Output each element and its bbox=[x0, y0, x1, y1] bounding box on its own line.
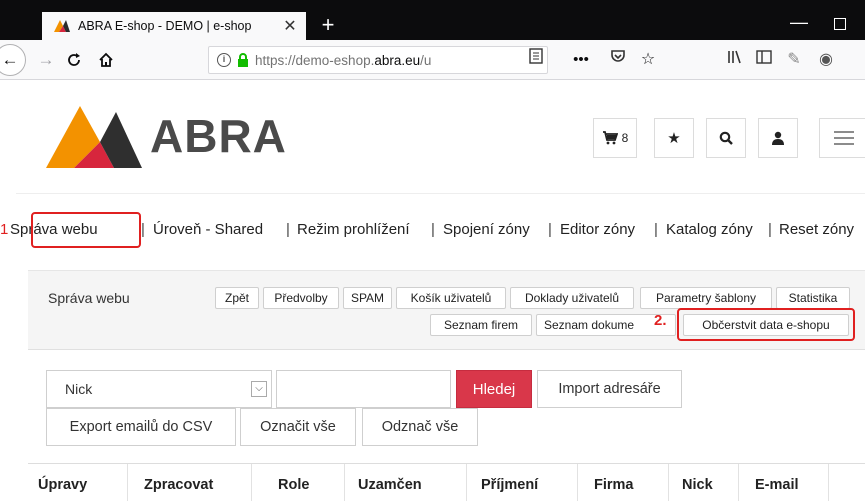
column-divider bbox=[738, 464, 739, 501]
search-button[interactable] bbox=[706, 118, 746, 158]
column-divider bbox=[577, 464, 578, 501]
back-admin-button[interactable]: Zpět bbox=[215, 287, 259, 309]
maximize-window-icon[interactable] bbox=[834, 18, 846, 30]
search-input[interactable] bbox=[276, 370, 451, 408]
menu-button[interactable] bbox=[819, 118, 865, 158]
pocket-icon[interactable] bbox=[606, 48, 630, 72]
preferences-button[interactable]: Předvolby bbox=[263, 287, 339, 309]
browser-tab-bar: ABRA E-shop - DEMO | e-shop ✕ + — bbox=[0, 0, 865, 40]
column-divider bbox=[344, 464, 345, 501]
column-divider bbox=[668, 464, 669, 501]
reload-button[interactable] bbox=[60, 46, 88, 74]
new-tab-button[interactable]: + bbox=[314, 12, 342, 40]
deselect-all-button[interactable]: Odznač vše bbox=[362, 408, 478, 446]
url-subdomain: demo-eshop. bbox=[295, 52, 375, 68]
cart-button[interactable]: 8 bbox=[593, 118, 637, 158]
column-header-zpracovat[interactable]: Zpracovat bbox=[144, 477, 213, 493]
column-header-uzamcen[interactable]: Uzamčen bbox=[358, 477, 422, 493]
column-header-upravy[interactable]: Úpravy bbox=[38, 477, 87, 493]
spam-button[interactable]: SPAM bbox=[343, 287, 392, 309]
column-header-firma[interactable]: Firma bbox=[594, 477, 634, 493]
extension-icon[interactable]: ✎ bbox=[782, 48, 806, 72]
search-field-select[interactable]: Nick ⌵ bbox=[46, 370, 272, 408]
logo-text: ABRA bbox=[150, 110, 287, 162]
shopping-cart-icon bbox=[602, 131, 618, 145]
company-list-button[interactable]: Seznam firem bbox=[430, 314, 532, 336]
nav-separator: | bbox=[141, 221, 145, 238]
reader-view-icon[interactable] bbox=[526, 48, 546, 72]
nav-link-uroven-shared[interactable]: Úroveň - Shared bbox=[153, 221, 263, 238]
select-value: Nick bbox=[65, 381, 93, 397]
user-documents-button[interactable]: Doklady uživatelů bbox=[510, 287, 634, 309]
column-divider bbox=[828, 464, 829, 501]
nav-link-editor-zony[interactable]: Editor zóny bbox=[560, 221, 635, 238]
column-header-nick[interactable]: Nick bbox=[682, 477, 713, 493]
url-scheme: https:// bbox=[255, 52, 296, 68]
export-emails-csv-button[interactable]: Export emailů do CSV bbox=[46, 408, 236, 446]
browser-nav-bar: ← → i https:// demo-eshop. abra.eu /u ••… bbox=[0, 40, 865, 80]
user-icon bbox=[772, 131, 784, 145]
table-header-row: Úpravy Zpracovat Role Uzamčen Příjmení F… bbox=[28, 463, 865, 501]
browser-tab[interactable]: ABRA E-shop - DEMO | e-shop ✕ bbox=[42, 12, 306, 40]
user-button[interactable] bbox=[758, 118, 798, 158]
reload-icon bbox=[68, 53, 80, 66]
template-parameters-button[interactable]: Parametry šablony bbox=[640, 287, 772, 309]
nav-separator: | bbox=[654, 221, 658, 238]
bookmark-star-icon[interactable]: ☆ bbox=[636, 48, 660, 72]
statistics-button[interactable]: Statistika bbox=[776, 287, 850, 309]
abra-logo-mark-icon bbox=[46, 106, 142, 168]
abra-favicon-icon bbox=[54, 20, 70, 32]
import-address-book-button[interactable]: Import adresáře bbox=[537, 370, 682, 408]
home-button[interactable] bbox=[92, 46, 120, 74]
star-icon: ★ bbox=[667, 130, 681, 147]
select-all-button[interactable]: Označit vše bbox=[240, 408, 356, 446]
account-icon[interactable]: ◉ bbox=[814, 48, 838, 72]
nav-link-rezim-prohlizeni[interactable]: Režim prohlížení bbox=[297, 221, 410, 238]
page-actions-icon[interactable]: ••• bbox=[568, 48, 594, 72]
search-icon bbox=[719, 131, 733, 145]
header-divider bbox=[16, 193, 865, 194]
column-header-email[interactable]: E-mail bbox=[755, 477, 799, 493]
step-marker-1: 1 bbox=[0, 221, 9, 238]
url-bar[interactable]: i https:// demo-eshop. abra.eu /u bbox=[208, 46, 548, 74]
hamburger-menu-icon bbox=[833, 131, 854, 145]
sidebar-icon[interactable] bbox=[752, 48, 776, 72]
cart-count: 8 bbox=[621, 131, 629, 145]
column-header-role[interactable]: Role bbox=[278, 477, 309, 493]
favorites-button[interactable]: ★ bbox=[654, 118, 694, 158]
lock-icon bbox=[238, 53, 248, 67]
abra-logo[interactable]: ABRA bbox=[44, 104, 290, 168]
nav-link-katalog-zony[interactable]: Katalog zóny bbox=[666, 221, 753, 238]
column-divider bbox=[251, 464, 252, 501]
nav-link-reset-zony[interactable]: Reset zóny bbox=[779, 221, 854, 238]
tab-title: ABRA E-shop - DEMO | e-shop bbox=[78, 19, 252, 33]
column-divider bbox=[466, 464, 467, 501]
nav-separator: | bbox=[548, 221, 552, 238]
highlight-refresh-eshop-data bbox=[677, 308, 855, 341]
column-header-prijmeni[interactable]: Příjmení bbox=[481, 477, 538, 493]
forward-button[interactable]: → bbox=[34, 46, 58, 74]
highlight-sprava-webu bbox=[31, 212, 141, 248]
panel-divider bbox=[28, 349, 865, 350]
close-tab-icon[interactable]: ✕ bbox=[280, 16, 300, 36]
nav-link-spojeni-zony[interactable]: Spojení zóny bbox=[443, 221, 530, 238]
arrow-right-icon: → bbox=[37, 50, 55, 69]
panel-title: Správa webu bbox=[48, 290, 130, 306]
nav-separator: | bbox=[431, 221, 435, 238]
step-marker-2: 2. bbox=[654, 312, 667, 329]
nav-separator: | bbox=[286, 221, 290, 238]
column-divider bbox=[127, 464, 128, 501]
minimize-window-icon[interactable]: — bbox=[782, 12, 816, 36]
url-path: /u bbox=[420, 52, 432, 68]
nav-separator: | bbox=[768, 221, 772, 238]
library-icon[interactable] bbox=[722, 48, 746, 72]
arrow-left-icon: ← bbox=[1, 50, 19, 69]
search-submit-button[interactable]: Hledej bbox=[456, 370, 532, 408]
user-cart-button[interactable]: Košík uživatelů bbox=[396, 287, 506, 309]
home-icon bbox=[99, 52, 113, 67]
info-icon[interactable]: i bbox=[217, 53, 231, 67]
chevron-down-icon[interactable]: ⌵ bbox=[251, 381, 267, 397]
url-host: abra.eu bbox=[374, 52, 421, 68]
back-button[interactable]: ← bbox=[0, 44, 26, 76]
